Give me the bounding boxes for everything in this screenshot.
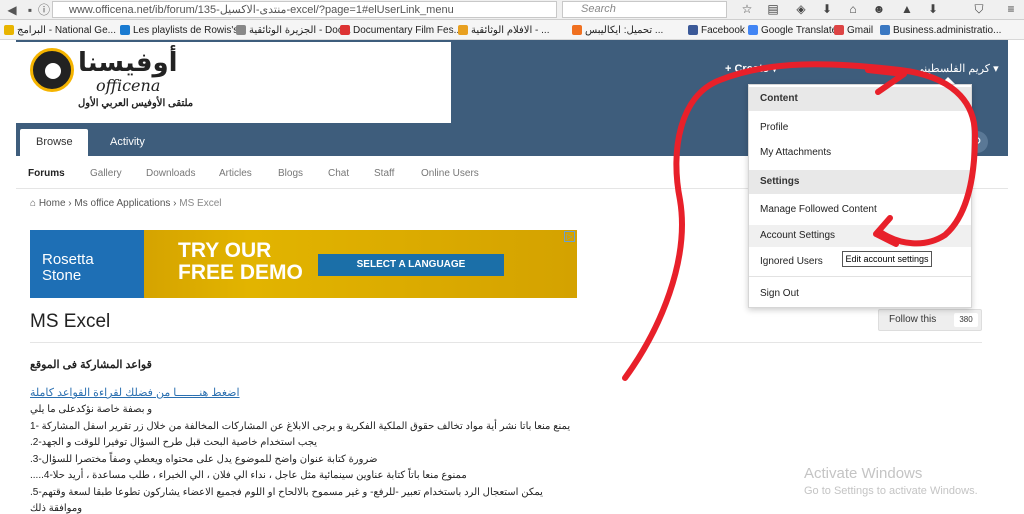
menu-item-sign-out[interactable]: Sign Out <box>749 283 971 305</box>
logo-arabic-text: أوفيسنا <box>78 48 178 78</box>
bookmark-item[interactable]: البرامج - National Ge... <box>4 23 116 37</box>
home-icon[interactable]: ⌂ <box>846 2 860 16</box>
menu-heading-content: Content <box>749 87 971 111</box>
bookmark-item[interactable]: Documentary Film Fes... <box>340 23 462 37</box>
search-input[interactable]: Search <box>562 1 727 18</box>
subnav-forums[interactable]: Forums <box>28 168 65 179</box>
menu-divider <box>749 276 971 277</box>
adchoices-icon[interactable]: ▷ <box>564 231 575 242</box>
breadcrumb-home[interactable]: Home <box>39 198 66 209</box>
bookmark-item[interactable]: Les playlists de Rowis's... <box>120 23 247 37</box>
rule-line: وموافقة ذلك <box>30 503 83 514</box>
breadcrumb: ⌂ Home › Ms office Applications › MS Exc… <box>30 198 222 209</box>
bookmark-item[interactable]: Business.administratio... <box>880 23 1001 37</box>
rule-line: يجب استخدام خاصية البحث قبل طرح السؤال ت… <box>30 437 317 448</box>
bookmarks-bar: البرامج - National Ge... Les playlists d… <box>0 20 1024 40</box>
rules-heading: قواعد المشاركة فى الموقع <box>30 359 152 371</box>
bookmark-facebook[interactable]: Facebook <box>688 23 745 37</box>
star-icon[interactable]: ☆ <box>740 2 754 16</box>
subnav-downloads[interactable]: Downloads <box>146 168 195 179</box>
bookmark-item[interactable]: تحميل: ايكاليبس ... <box>572 23 663 37</box>
ad-headline: TRY OUR FREE DEMO <box>178 239 303 284</box>
reading-list-icon[interactable]: ▤ <box>766 2 780 16</box>
menu-item-profile[interactable]: Profile <box>749 117 971 139</box>
shield-addon-icon[interactable]: ⛉ <box>972 2 986 16</box>
divider <box>30 342 982 343</box>
subnav-gallery[interactable]: Gallery <box>90 168 122 179</box>
home-icon: ⌂ <box>30 198 39 209</box>
tooltip: Edit account settings <box>842 251 932 267</box>
bookmark-item[interactable]: الجزيرة الوثائقية - Doc... <box>236 23 351 37</box>
subnav-staff[interactable]: Staff <box>374 168 394 179</box>
windows-activation-title: Activate Windows <box>804 465 923 482</box>
rule-line: ممنوع منعا باتاً كتابة عناوين سينمائية م… <box>30 470 467 481</box>
tab-browse[interactable]: Browse <box>20 129 88 156</box>
logo-english-text: officena <box>96 76 161 95</box>
subnav-chat[interactable]: Chat <box>328 168 349 179</box>
rule-line: و بصفة خاصة نؤكدعلى ما يلي <box>30 404 153 415</box>
rules-link[interactable]: اضغط هنـــــــا من فضلك لقراءة القواعد ك… <box>30 386 240 399</box>
rule-line: ضرورة كتابة عنوان واضح للموضوع يدل على م… <box>30 454 378 465</box>
user-menu-button[interactable]: كريم الفلسطيني ▾ <box>915 62 999 75</box>
create-button[interactable]: + Create ▾ <box>725 62 777 75</box>
logo-tagline: ملتقى الأوفيس العربي الأول <box>78 98 194 109</box>
menu-heading-settings: Settings <box>749 170 971 194</box>
rule-line: يمكن استعجال الرد باستخدام تعبير -للرفع-… <box>30 487 543 498</box>
windows-activation-hint: Go to Settings to activate Windows. <box>804 485 978 497</box>
ad-cta-button[interactable]: SELECT A LANGUAGE <box>318 254 504 276</box>
rule-line: يمنع منعا باتا نشر أية مواد تخالف حقوق ا… <box>30 421 571 432</box>
back-icon[interactable]: ◀ <box>4 2 20 18</box>
logo-icon-center <box>45 63 61 79</box>
menu-item-account-settings[interactable]: Account Settings <box>749 225 971 247</box>
menu-item-attachments[interactable]: My Attachments <box>749 142 971 164</box>
browser-toolbar: ◀ ▪ ⓘ www.officena.net/ib/forum/135-منتد… <box>0 0 1024 20</box>
menu-icon[interactable]: ≡ <box>1004 2 1018 16</box>
subnav-articles[interactable]: Articles <box>219 168 252 179</box>
breadcrumb-applications[interactable]: Ms office Applications <box>74 198 170 209</box>
url-field[interactable]: www.officena.net/ib/forum/135-منتدى-الاك… <box>52 1 557 18</box>
tab-activity[interactable]: Activity <box>94 129 162 156</box>
subnav-blogs[interactable]: Blogs <box>278 168 303 179</box>
chat-icon[interactable]: ☻ <box>872 2 886 16</box>
page-info-icon[interactable]: ⓘ <box>36 2 52 18</box>
menu-item-followed-content[interactable]: Manage Followed Content <box>749 199 971 221</box>
download-icon[interactable]: ⬇ <box>820 2 834 16</box>
download-arrow-icon[interactable]: ⬇ <box>926 2 940 16</box>
bookmark-google-translate[interactable]: Google Translate <box>748 23 837 37</box>
page-title: MS Excel <box>30 311 111 332</box>
breadcrumb-current: MS Excel <box>179 198 222 209</box>
follow-count: 380 <box>954 313 978 327</box>
addon-icon[interactable]: ▲ <box>900 2 914 16</box>
shield-icon[interactable]: ◈ <box>794 2 808 16</box>
subnav-online-users[interactable]: Online Users <box>421 168 479 179</box>
ad-brand: Rosetta Stone <box>42 251 94 284</box>
bookmark-item[interactable]: الافلام الوثائقية - ... <box>458 23 549 37</box>
bookmark-gmail[interactable]: Gmail <box>834 23 873 37</box>
